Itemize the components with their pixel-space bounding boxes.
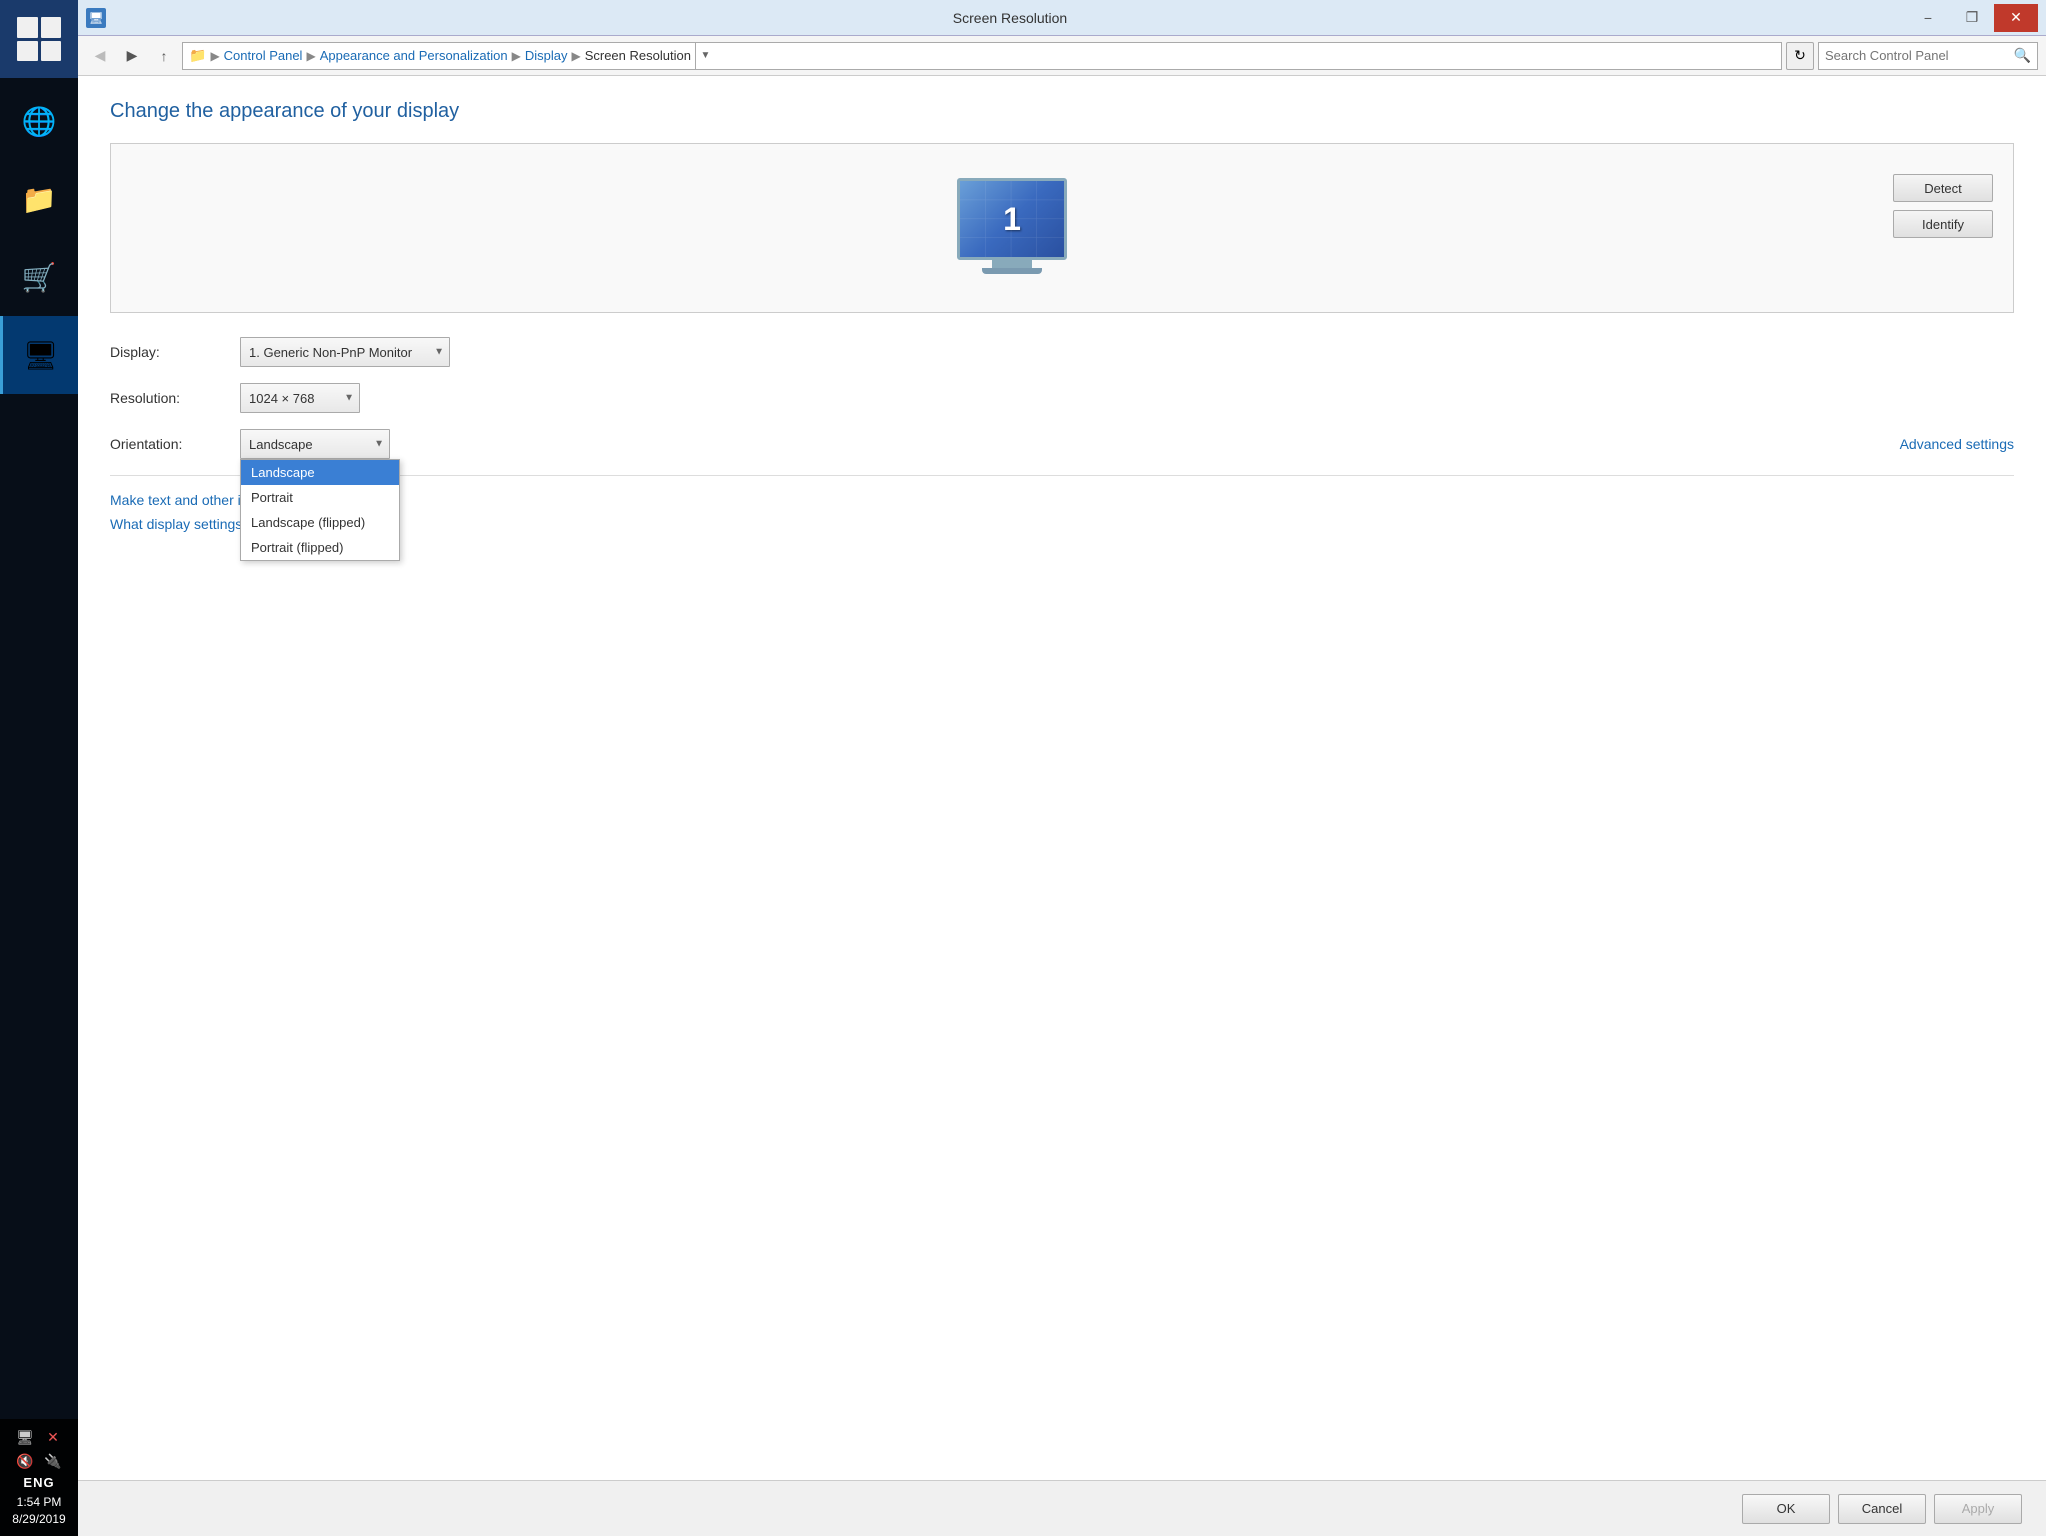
tray-icon-x[interactable]: ✕: [41, 1427, 65, 1447]
resolution-select-wrapper: 800 × 600 1024 × 768 1280 × 1024 ▼: [240, 383, 360, 413]
detect-buttons: Detect Identify: [1893, 164, 1993, 238]
restore-button[interactable]: ❐: [1950, 4, 1994, 32]
resolution-label: Resolution:: [110, 390, 240, 406]
breadcrumb: 📁 ▶ Control Panel ▶ Appearance and Perso…: [182, 42, 1782, 70]
search-input[interactable]: [1825, 48, 2010, 63]
ok-button[interactable]: OK: [1742, 1494, 1830, 1524]
breadcrumb-folder-icon: 📁: [189, 47, 206, 64]
resolution-row: Resolution: 800 × 600 1024 × 768 1280 × …: [110, 383, 2014, 413]
resolution-select[interactable]: 800 × 600 1024 × 768 1280 × 1024: [240, 383, 360, 413]
breadcrumb-appearance[interactable]: Appearance and Personalization: [320, 48, 508, 63]
orientation-dropdown-container: Landscape ▼ Landscape Portrait Landscape…: [240, 429, 390, 459]
dialog-buttons: OK Cancel Apply: [78, 1480, 2046, 1536]
back-button[interactable]: ◀: [86, 42, 114, 70]
taskbar-icon-folder[interactable]: 📁: [0, 160, 78, 238]
minimize-button[interactable]: −: [1906, 4, 1950, 32]
orientation-selected-value: Landscape: [249, 437, 313, 452]
ie-icon: 🌐: [19, 101, 59, 141]
content-area: Change the appearance of your display: [78, 76, 2046, 1480]
orientation-option-portrait[interactable]: Portrait: [241, 485, 399, 510]
close-button[interactable]: ✕: [1994, 4, 2038, 32]
window-title: Screen Resolution: [114, 10, 1906, 26]
folder-icon: 📁: [19, 179, 59, 219]
orientation-select-wrapper: Landscape ▼: [240, 429, 390, 459]
monitor-grid-svg: [960, 181, 1064, 259]
breadcrumb-dropdown[interactable]: ▼: [695, 42, 715, 70]
system-tray: 🖥 ✕ 🔇 🔌 ENG 1:54 PM 8/29/2019: [0, 1419, 78, 1536]
orientation-option-portrait-flipped[interactable]: Portrait (flipped): [241, 535, 399, 560]
forward-button[interactable]: ▶: [118, 42, 146, 70]
orientation-dropdown: Landscape Portrait Landscape (flipped) P…: [240, 459, 400, 561]
orientation-row: Orientation: Landscape ▼ Landscape Portr…: [110, 429, 2014, 459]
apply-button[interactable]: Apply: [1934, 1494, 2022, 1524]
start-button[interactable]: [0, 0, 78, 78]
screen-resolution-window: 🖥 Screen Resolution − ❐ ✕ ◀ ▶ ↑ 📁 ▶ Cont…: [78, 0, 2046, 1536]
tray-language[interactable]: ENG: [23, 1475, 54, 1490]
tray-clock: 1:54 PM 8/29/2019: [12, 1494, 65, 1528]
monitor-stand: [992, 260, 1032, 268]
window-controls: − ❐ ✕: [1906, 4, 2038, 32]
taskbar-icon-display[interactable]: 🖥: [0, 316, 78, 394]
taskbar-icon-ie[interactable]: 🌐: [0, 82, 78, 160]
display-select-wrapper: 1. Generic Non-PnP Monitor ▼: [240, 337, 450, 367]
tray-icon-mute[interactable]: 🔇: [13, 1451, 37, 1471]
monitor-base: [982, 268, 1042, 274]
title-bar: 🖥 Screen Resolution − ❐ ✕: [78, 0, 2046, 36]
store-icon: 🛒: [19, 257, 59, 297]
search-box: 🔍: [1818, 42, 2038, 70]
breadcrumb-current: Screen Resolution: [585, 48, 691, 63]
tray-icon-network[interactable]: 🔌: [41, 1451, 65, 1471]
orientation-option-landscape[interactable]: Landscape: [241, 460, 399, 485]
refresh-button[interactable]: ↻: [1786, 42, 1814, 70]
detect-button[interactable]: Detect: [1893, 174, 1993, 202]
search-icon[interactable]: 🔍: [2014, 47, 2031, 64]
breadcrumb-control-panel[interactable]: Control Panel: [224, 48, 303, 63]
display-row: Display: 1. Generic Non-PnP Monitor ▼: [110, 337, 2014, 367]
main-area: 🖥 Screen Resolution − ❐ ✕ ◀ ▶ ↑ 📁 ▶ Cont…: [78, 0, 2046, 1536]
address-bar: ◀ ▶ ↑ 📁 ▶ Control Panel ▶ Appearance and…: [78, 36, 2046, 76]
up-button[interactable]: ↑: [150, 42, 178, 70]
identify-button[interactable]: Identify: [1893, 210, 1993, 238]
monitor-screen: 1: [957, 178, 1067, 260]
display-label: Display:: [110, 344, 240, 360]
advanced-settings-link[interactable]: Advanced settings: [1900, 436, 2014, 452]
page-title: Change the appearance of your display: [110, 100, 2014, 123]
display-select[interactable]: 1. Generic Non-PnP Monitor: [240, 337, 450, 367]
display-icon: 🖥: [21, 335, 61, 375]
orientation-select-button[interactable]: Landscape: [240, 429, 390, 459]
title-bar-icon: 🖥: [86, 8, 106, 28]
monitor-icon: 1: [957, 178, 1067, 278]
display-preview: 1 Detect Identify: [110, 143, 2014, 313]
taskbar-icon-store[interactable]: 🛒: [0, 238, 78, 316]
taskbar-left: 🌐 📁 🛒 🖥 🖥 ✕ 🔇 🔌 ENG 1:54 PM 8/29/2019: [0, 0, 78, 1536]
cancel-button[interactable]: Cancel: [1838, 1494, 1926, 1524]
tray-icon-monitor[interactable]: 🖥: [13, 1427, 37, 1447]
orientation-label: Orientation:: [110, 436, 240, 452]
start-icon: [17, 17, 61, 61]
breadcrumb-display[interactable]: Display: [525, 48, 568, 63]
monitor-icon-container: 1: [131, 178, 1893, 278]
orientation-option-landscape-flipped[interactable]: Landscape (flipped): [241, 510, 399, 535]
